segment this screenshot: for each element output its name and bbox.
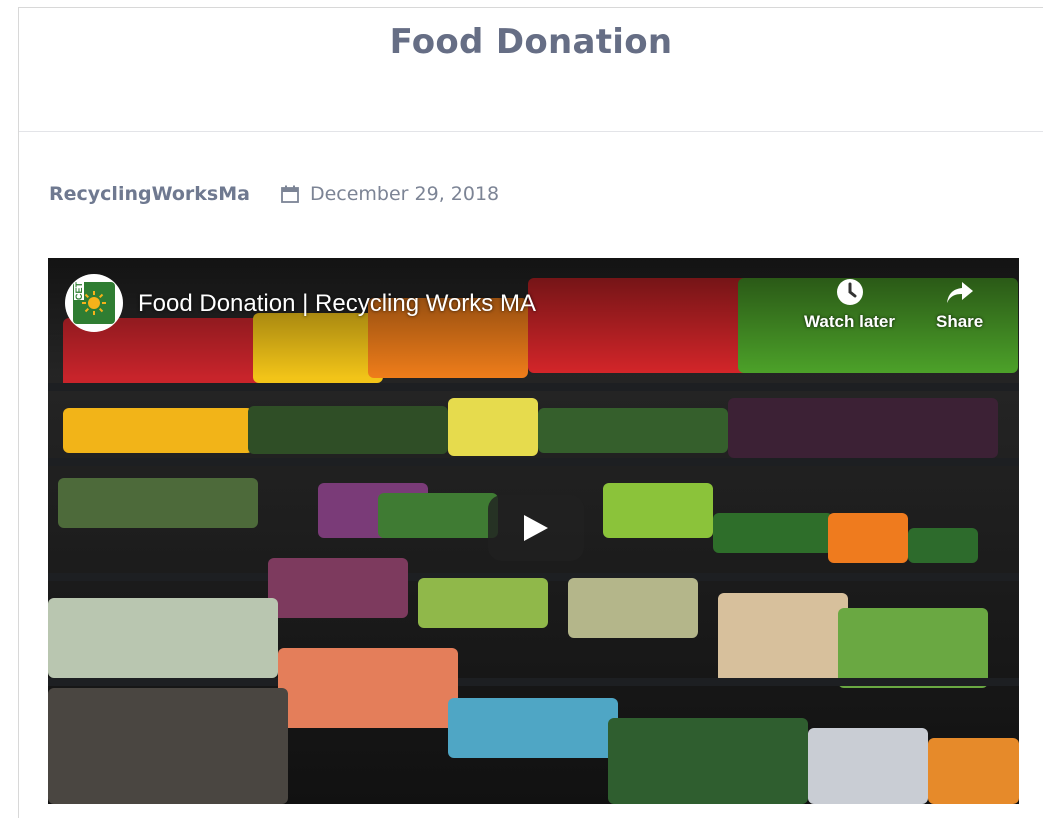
page-header: Food Donation	[19, 22, 1043, 62]
share-arrow-icon	[946, 282, 973, 303]
page-title: Food Donation	[389, 22, 673, 62]
author-link[interactable]: RecyclingWorksMa	[49, 183, 250, 205]
sun-house-icon	[82, 291, 106, 315]
embedded-video-player[interactable]: CET Food Donation | Recycling Works MA W…	[48, 258, 1019, 804]
calendar-icon	[280, 184, 300, 204]
watch-later-button[interactable]: Watch later	[804, 276, 895, 332]
channel-logo-mark: CET	[73, 282, 115, 324]
post-date-text: December 29, 2018	[309, 183, 500, 205]
content-frame-left-border	[18, 7, 19, 818]
share-label: Share	[936, 312, 984, 331]
play-button[interactable]	[488, 495, 584, 561]
share-button[interactable]: Share	[936, 276, 983, 332]
play-icon	[524, 515, 548, 541]
clock-icon	[836, 279, 863, 305]
channel-logo-text: CET	[74, 282, 84, 300]
video-title-link[interactable]: Food Donation | Recycling Works MA	[138, 290, 536, 318]
content-frame-top-border	[18, 7, 1043, 8]
post-date: December 29, 2018	[280, 183, 499, 205]
watch-later-label: Watch later	[804, 312, 896, 331]
channel-logo[interactable]: CET	[65, 274, 123, 332]
post-meta: RecyclingWorksMa December 29, 2018	[49, 180, 499, 208]
header-divider	[19, 131, 1043, 132]
